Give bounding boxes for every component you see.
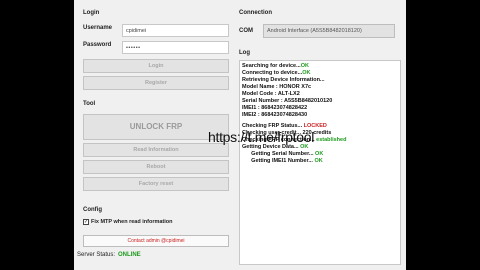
contact-admin-link[interactable]: Contact admin @cpidimei [83,235,229,247]
log-line: Serial Number : A5S5B8482010120 [242,98,333,104]
read-information-button[interactable]: Read Information [83,143,229,157]
fix-mtp-checkbox[interactable]: ✓ [83,219,89,225]
fix-mtp-label: Fix MTP when read information [91,219,173,225]
login-section-title: Login [83,10,100,16]
connection-section-title: Connection [239,10,272,16]
register-button[interactable]: Register [83,76,229,90]
username-field[interactable]: cpidimei [122,24,229,37]
password-field[interactable]: •••••• [122,41,229,54]
log-panel: Searching for device...OK Connecting to … [239,60,401,265]
log-line: Connecting to device...OK [242,70,311,76]
log-line: Getting IMEI1 Number... OK [242,158,323,164]
com-label: COM [239,28,253,34]
factory-reset-button[interactable]: Factory reset [83,177,229,191]
watermark-link: https://t.me/frptool [208,129,315,145]
server-status-value: ONLINE [118,252,141,258]
server-status-label: Server Status: [77,252,116,258]
log-section-title: Log [239,50,250,56]
password-label: Password [83,42,112,48]
username-label: Username [83,25,113,31]
log-line: Model Code : ALT-LX2 [242,91,300,97]
tool-section-title: Tool [83,101,96,107]
log-line: Searching for device...OK [242,63,309,69]
config-section-title: Config [83,207,102,213]
log-line: IMEI2 : 868423074828430 [242,112,308,118]
log-line: IMEI1 : 868423074828422 [242,105,308,111]
log-line: Model Name : HONOR X7c [242,84,312,90]
log-line: Getting Serial Number... OK [242,151,324,157]
login-button[interactable]: Login [83,59,229,73]
com-port-select[interactable]: Android Interface (A5S5B8482018120) [263,24,395,38]
log-line: Retrieving Device Information... [242,77,325,83]
reboot-button[interactable]: Reboot [83,160,229,174]
